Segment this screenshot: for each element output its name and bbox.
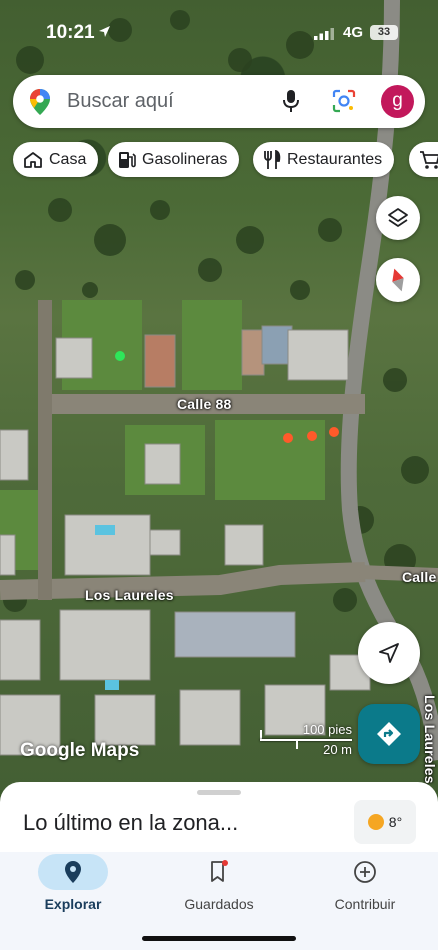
- search-bar[interactable]: Buscar aquí g: [13, 75, 425, 128]
- search-input[interactable]: Buscar aquí: [67, 90, 174, 113]
- google-maps-pin-icon: [30, 89, 50, 115]
- scale-metric: 20 m: [323, 742, 352, 757]
- explore-pin-icon: [0, 860, 146, 884]
- directions-button[interactable]: [358, 704, 420, 764]
- home-icon: [23, 151, 43, 169]
- map-scale: 100 pies 20 m: [256, 722, 356, 758]
- home-indicator: [142, 936, 296, 941]
- chip-shopping[interactable]: [409, 142, 438, 177]
- nav-label: Contribuir: [334, 896, 396, 912]
- compass-icon: [392, 268, 404, 292]
- chip-casa[interactable]: Casa: [13, 142, 99, 177]
- shopping-cart-icon: [419, 150, 438, 170]
- street-label-los-laureles-vertical: Los Laureles: [422, 695, 438, 784]
- compass-button[interactable]: [376, 258, 420, 302]
- chip-label: Restaurantes: [287, 150, 383, 168]
- weather-chip[interactable]: 8°: [354, 800, 416, 844]
- google-maps-attribution: Google Maps: [20, 740, 140, 761]
- category-chips: Casa Gasolineras Restaurantes: [13, 142, 438, 177]
- sun-icon: [367, 814, 384, 830]
- cell-signal-icon: [314, 28, 334, 40]
- nav-label: Guardados: [184, 896, 254, 912]
- add-circle-icon: [292, 860, 438, 884]
- street-label-calle: Calle: [402, 569, 437, 585]
- status-time: 10:21: [46, 22, 95, 43]
- network-type: 4G: [343, 24, 364, 41]
- street-label-calle-88: Calle 88: [177, 396, 232, 412]
- street-label-los-laureles: Los Laureles: [85, 587, 174, 603]
- google-lens-icon[interactable]: [332, 89, 356, 113]
- layers-icon: [388, 208, 408, 227]
- battery-indicator: 33: [370, 25, 398, 40]
- chip-gasolineras[interactable]: Gasolineras: [108, 142, 240, 177]
- location-arrow-icon: [99, 26, 110, 37]
- microphone-icon[interactable]: [283, 89, 299, 113]
- my-location-button[interactable]: [358, 622, 420, 684]
- chip-label: Casa: [49, 150, 87, 168]
- account-avatar[interactable]: g: [381, 85, 414, 118]
- my-location-icon: [379, 643, 399, 663]
- status-bar: 10:21 4G 33: [0, 0, 438, 60]
- sheet-drag-handle[interactable]: [197, 790, 241, 795]
- chip-label: Gasolineras: [142, 150, 228, 168]
- gas-station-icon: [118, 150, 136, 170]
- directions-icon: [377, 722, 401, 746]
- sheet-title: Lo último en la zona...: [23, 810, 239, 835]
- restaurant-icon: [263, 149, 281, 170]
- nav-label: Explorar: [44, 896, 102, 912]
- temperature: 8°: [388, 814, 403, 830]
- scale-imperial: 100 pies: [302, 722, 352, 737]
- bookmark-icon: [146, 860, 292, 884]
- chip-restaurantes[interactable]: Restaurantes: [253, 142, 395, 177]
- bottom-sheet[interactable]: Lo último en la zona... 8°: [0, 782, 438, 852]
- layers-button[interactable]: [376, 196, 420, 240]
